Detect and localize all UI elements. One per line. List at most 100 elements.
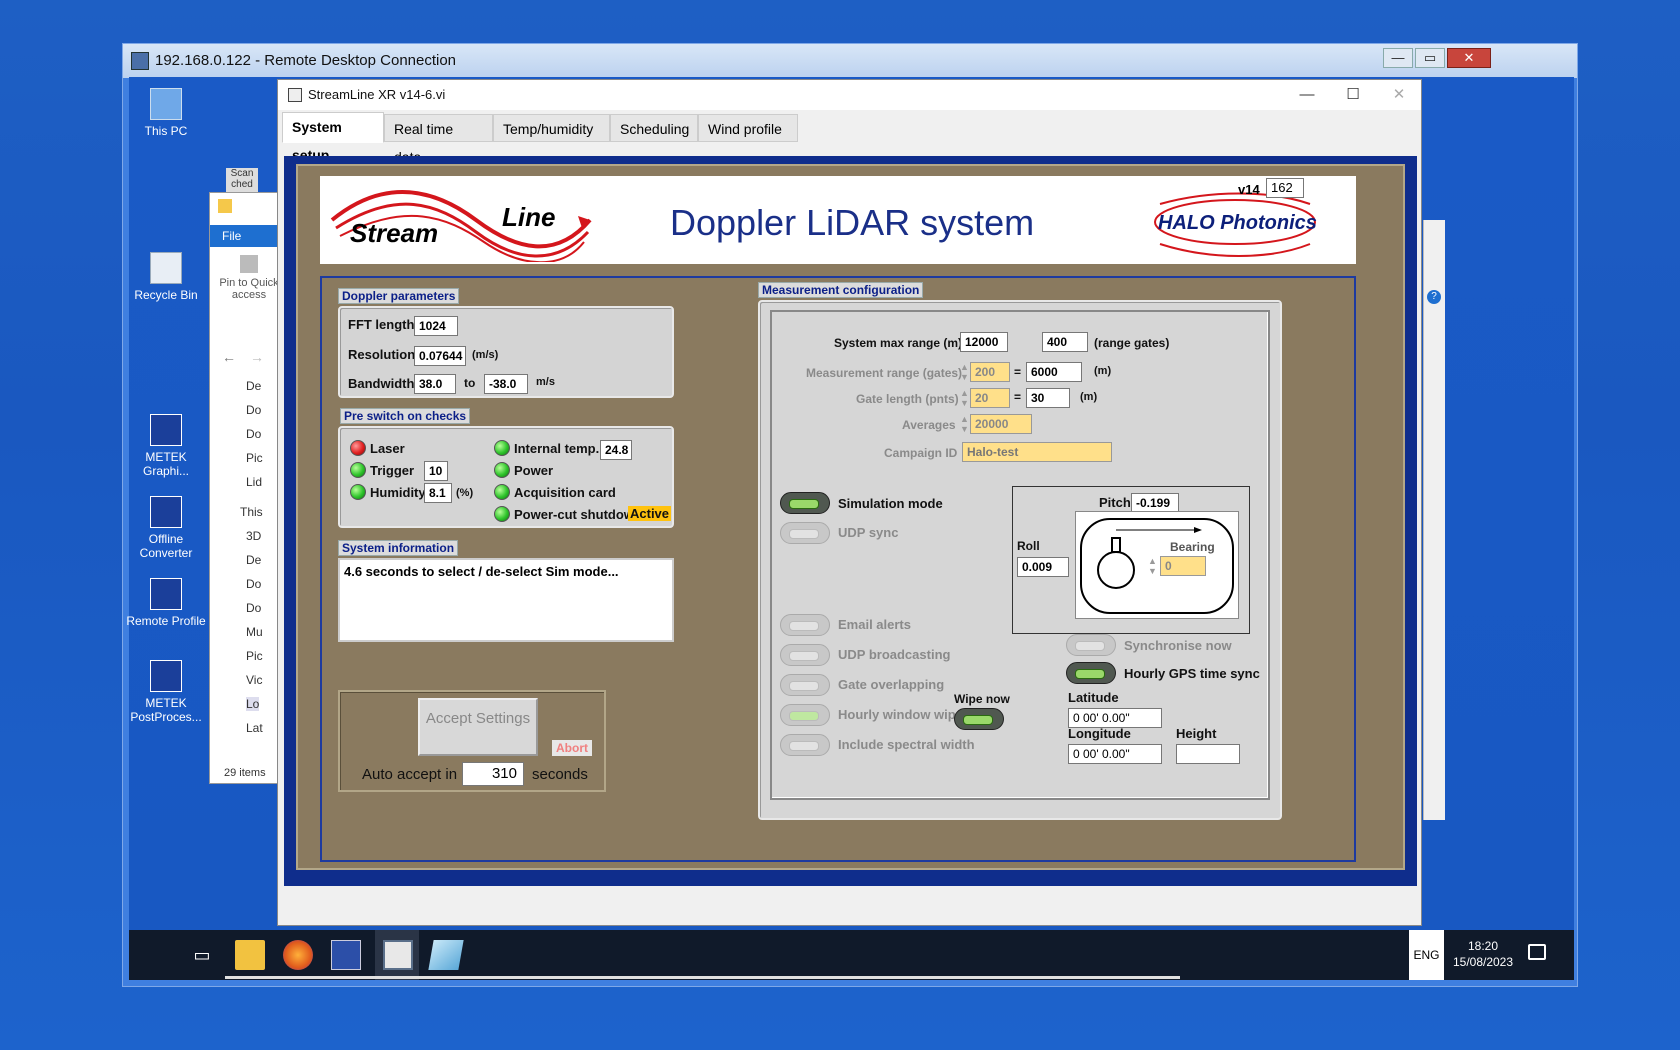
tab-scheduling[interactable]: Scheduling [610,114,698,142]
attitude-box: Pitch -0.199 Roll 0.009 Bearing ▲ ▼ 0 [1012,486,1250,634]
gate-overlapping-toggle[interactable] [780,674,830,696]
nav-item[interactable]: Lo [246,697,260,711]
internal-temp-value: 24.8 [600,440,632,460]
forward-arrow-icon[interactable]: → [250,349,264,365]
nav-item[interactable]: De [246,379,261,393]
nav-item[interactable]: Vic [246,673,262,687]
desktop-icon-this-pc[interactable]: This PC [126,88,206,138]
rdc-minimize-button[interactable]: — [1383,48,1413,68]
metek-taskbar-icon[interactable] [331,940,361,970]
hourly-gps-sync-label: Hourly GPS time sync [1124,666,1260,681]
tab-real-time-data[interactable]: Real time data [384,114,493,165]
desktop-icon-remote-profile[interactable]: Remote Profile [126,578,206,628]
measurement-range-field[interactable]: 200 [970,362,1010,382]
logo-stream-text: Stream [350,218,439,248]
system-max-range-field[interactable]: 12000 [960,332,1008,352]
bearing-panel: Bearing ▲ ▼ 0 [1075,511,1239,619]
nav-item[interactable]: Lat [246,721,263,735]
tab-system-setup[interactable]: System setup [282,112,384,163]
synchronise-now-toggle[interactable] [1066,634,1116,656]
udp-sync-toggle[interactable] [780,522,830,544]
averages-field[interactable]: 20000 [970,414,1032,434]
averages-spinner-icon[interactable]: ▲ ▼ [960,414,969,434]
nav-item[interactable]: De [246,553,261,567]
desktop-icon-label: Offline Converter [139,532,193,560]
hourly-gps-sync-toggle[interactable] [1066,662,1116,684]
measurement-range-spinner-icon[interactable]: ▲ ▼ [960,362,969,382]
tab-content-frame: Stream Line Doppler LiDAR system HALO Ph… [284,156,1417,886]
desktop-icon-offline-converter[interactable]: Offline Converter [126,496,206,560]
nav-item[interactable]: Do [246,427,261,441]
measurement-configuration-label: Measurement configuration [758,282,924,298]
latitude-field[interactable]: 0 00' 0.00" [1068,708,1162,728]
bandwidth-from-field[interactable]: 38.0 [414,374,456,394]
desktop-icon-scan[interactable]: Scan ched [226,168,258,194]
range-gates-unit: (range gates) [1094,336,1170,350]
folder-icon [218,199,232,213]
simulation-mode-toggle[interactable] [780,492,830,514]
desktop-icon-metek-postproces[interactable]: METEK PostProces... [126,660,206,724]
maximize-button[interactable]: ☐ [1336,84,1370,106]
udp-broadcasting-toggle[interactable] [780,644,830,666]
hourly-window-wipe-toggle[interactable] [780,704,830,726]
tab-bar: System setup Real time data Temp/humidit… [282,112,982,165]
accept-settings-button[interactable]: Accept Settings [418,698,538,756]
streamline-title-bar[interactable]: StreamLine XR v14-6.vi — ☐ ✕ [278,80,1421,110]
desktop-icon-metek-graphi[interactable]: METEK Graphi... [126,414,206,478]
file-explorer-icon[interactable] [235,940,265,970]
bearing-spinner-icon[interactable]: ▲ ▼ [1148,556,1158,576]
gate-length-field[interactable]: 20 [970,388,1010,408]
nav-item[interactable]: Do [246,403,261,417]
internal-temp-status-led [494,440,510,456]
rdc-maximize-button[interactable]: ▭ [1415,48,1445,68]
nav-item[interactable]: Mu [246,625,263,639]
bandwidth-unit: m/s [536,376,555,388]
pin-quick-access[interactable]: Pin to Quick access [214,255,284,301]
averages-label: Averages [902,418,956,432]
notification-icon[interactable] [1528,944,1546,960]
bearing-field[interactable]: 0 [1160,556,1206,576]
language-indicator[interactable]: ENG [1409,930,1444,980]
help-icon[interactable]: ? [1427,290,1441,304]
nav-item[interactable]: Do [246,601,261,615]
laser-label: Laser [370,441,405,456]
tab-wind-profile[interactable]: Wind profile [698,114,798,142]
hourly-window-wipe-label: Hourly window wipe [838,707,963,722]
desktop-icon-recycle-bin[interactable]: Recycle Bin [126,252,206,302]
nav-item[interactable]: 3D [246,529,261,543]
tab-temp-humidity[interactable]: Temp/humidity [493,114,610,142]
task-view-icon[interactable]: ▭ [187,940,217,970]
system-information-label: System information [338,540,459,556]
longitude-field[interactable]: 0 00' 0.00" [1068,744,1162,764]
firefox-icon[interactable] [283,940,313,970]
back-arrow-icon[interactable]: ← [222,349,236,365]
rdc-app-icon [131,52,149,70]
rdc-close-button[interactable]: ✕ [1447,48,1491,68]
campaign-id-field[interactable]: Halo-test [962,442,1112,462]
minimize-button[interactable]: — [1290,84,1324,106]
nav-item[interactable]: Lid [246,475,262,489]
toggle-knob [789,621,819,631]
measurement-range-m-field: 6000 [1026,362,1082,382]
taskbar-clock[interactable]: 18:20 15/08/2023 [1448,938,1518,970]
abort-button[interactable]: Abort [552,740,592,756]
include-spectral-width-toggle[interactable] [780,734,830,756]
labview-taskbar-icon[interactable] [383,940,413,970]
fft-length-field[interactable]: 1024 [414,316,458,336]
nav-item[interactable]: Pic [246,451,263,465]
gate-length-spinner-icon[interactable]: ▲ ▼ [960,388,969,408]
close-button[interactable]: ✕ [1382,84,1416,106]
auto-accept-countdown: 310 [462,762,524,786]
height-field[interactable] [1176,744,1240,764]
resolution-field[interactable]: 0.07644 [414,346,466,366]
remote-app-icon[interactable] [428,940,464,970]
nav-item[interactable]: This [240,505,263,519]
rdc-title-bar[interactable]: 192.168.0.122 - Remote Desktop Connectio… [123,44,1577,78]
pitch-label: Pitch [1099,495,1131,510]
nav-item[interactable]: Do [246,577,261,591]
bandwidth-to-field[interactable]: -38.0 [484,374,528,394]
doppler-parameters-group: FFT length 1024 Resolution 0.07644 (m/s)… [338,306,674,398]
nav-item[interactable]: Pic [246,649,263,663]
wipe-now-toggle[interactable] [954,708,1004,730]
email-alerts-toggle[interactable] [780,614,830,636]
